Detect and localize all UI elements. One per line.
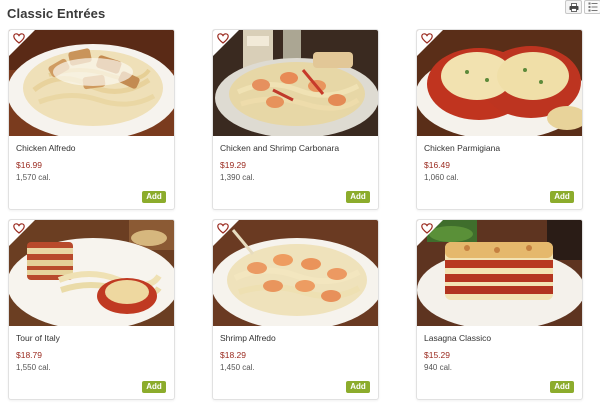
add-button[interactable]: Add	[346, 381, 370, 393]
heart-icon[interactable]	[13, 223, 25, 234]
item-name[interactable]: Chicken Alfredo	[16, 143, 76, 153]
add-button[interactable]: Add	[142, 191, 166, 203]
menu-item-card[interactable]: Chicken and Shrimp Carbonara $19.29 1,39…	[212, 29, 379, 210]
dish-photo[interactable]	[9, 220, 174, 326]
item-calories: 1,060 cal.	[424, 173, 459, 182]
item-price: $18.79	[16, 350, 42, 360]
item-calories: 1,390 cal.	[220, 173, 255, 182]
heart-icon[interactable]	[217, 33, 229, 44]
list-view-icon	[588, 2, 597, 12]
menu-page: Classic Entrées Chicken Alfredo $16.99 1…	[0, 0, 600, 406]
print-button[interactable]	[565, 0, 582, 14]
dish-photo[interactable]	[213, 30, 378, 136]
item-name[interactable]: Chicken Parmigiana	[424, 143, 500, 153]
item-name[interactable]: Chicken and Shrimp Carbonara	[220, 143, 339, 153]
menu-item-card[interactable]: Chicken Alfredo $16.99 1,570 cal. Add	[8, 29, 175, 210]
add-button[interactable]: Add	[346, 191, 370, 203]
item-calories: 1,550 cal.	[16, 363, 51, 372]
dish-photo[interactable]	[9, 30, 174, 136]
list-view-button[interactable]	[584, 0, 600, 14]
heart-icon[interactable]	[421, 33, 433, 44]
item-price: $16.49	[424, 160, 450, 170]
item-calories: 1,450 cal.	[220, 363, 255, 372]
item-calories: 940 cal.	[424, 363, 453, 372]
add-button[interactable]: Add	[550, 191, 574, 203]
item-price: $19.29	[220, 160, 246, 170]
item-price: $15.29	[424, 350, 450, 360]
dish-photo[interactable]	[417, 220, 582, 326]
menu-item-card[interactable]: Tour of Italy $18.79 1,550 cal. Add	[8, 219, 175, 400]
item-name[interactable]: Lasagna Classico	[424, 333, 491, 343]
item-price: $16.99	[16, 160, 42, 170]
menu-item-card[interactable]: Chicken Parmigiana $16.49 1,060 cal. Add	[416, 29, 583, 210]
item-calories: 1,570 cal.	[16, 173, 51, 182]
item-name[interactable]: Shrimp Alfredo	[220, 333, 276, 343]
menu-item-card[interactable]: Shrimp Alfredo $18.29 1,450 cal. Add	[212, 219, 379, 400]
heart-icon[interactable]	[217, 223, 229, 234]
add-button[interactable]: Add	[550, 381, 574, 393]
item-price: $18.29	[220, 350, 246, 360]
heart-icon[interactable]	[421, 223, 433, 234]
dish-photo[interactable]	[213, 220, 378, 326]
item-name[interactable]: Tour of Italy	[16, 333, 60, 343]
add-button[interactable]: Add	[142, 381, 166, 393]
print-icon	[569, 2, 578, 12]
heart-icon[interactable]	[13, 33, 25, 44]
menu-item-card[interactable]: Lasagna Classico $15.29 940 cal. Add	[416, 219, 583, 400]
dish-photo[interactable]	[417, 30, 582, 136]
section-title: Classic Entrées	[7, 6, 106, 21]
